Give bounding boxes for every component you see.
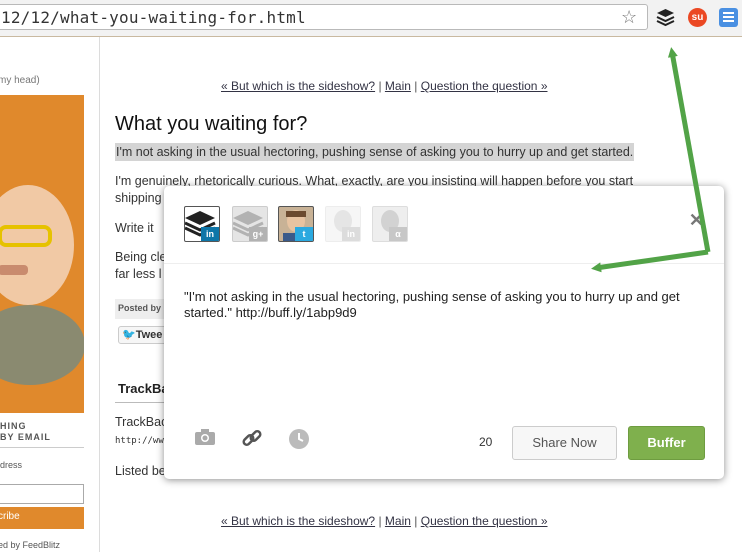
appnet-icon: α xyxy=(389,227,407,241)
linkedin-icon: in xyxy=(201,227,219,241)
twitter-icon: t xyxy=(295,227,313,241)
address-bar-text[interactable]: 12/12/what-you-waiting-for.html xyxy=(1,8,306,27)
profile-linkedin-2[interactable]: in xyxy=(325,206,361,242)
main-link[interactable]: Main xyxy=(385,79,411,93)
email-address-label: dress xyxy=(0,460,23,470)
buffer-share-popup: in g+ t in α ✕ "I'm not asking in the us… xyxy=(164,186,724,479)
sidebar-tagline: my head) xyxy=(0,75,40,86)
clock-icon[interactable] xyxy=(288,428,310,455)
profile-appnet[interactable]: α xyxy=(372,206,408,242)
nav-separator: | xyxy=(378,514,382,528)
notes-icon[interactable] xyxy=(719,8,738,27)
profile-linkedin-selected[interactable]: in xyxy=(184,206,220,242)
popup-divider xyxy=(164,263,724,264)
next-post-link[interactable]: Question the question » xyxy=(421,79,548,93)
trackbacks-heading: TrackBa xyxy=(118,381,169,396)
prev-post-link[interactable]: « But which is the sideshow? xyxy=(221,79,375,93)
buffer-button[interactable]: Buffer xyxy=(628,426,705,460)
post-nav-top: « But which is the sideshow? | Main | Qu… xyxy=(221,79,548,93)
trackback-text: TrackBac xyxy=(115,415,168,429)
author-photo xyxy=(0,95,84,413)
post-title: What you waiting for? xyxy=(115,113,308,135)
sidebar: my head) HING BY EMAIL dress cribe ed by… xyxy=(0,37,100,552)
googleplus-icon: g+ xyxy=(249,227,267,241)
buffer-icon[interactable] xyxy=(656,8,675,27)
subscribe-button[interactable]: cribe xyxy=(0,507,84,529)
link-icon[interactable] xyxy=(241,428,263,455)
twitter-bird-icon: 🐦 xyxy=(122,329,136,341)
post-nav-bottom: « But which is the sideshow? | Main | Qu… xyxy=(221,514,548,528)
profile-googleplus[interactable]: g+ xyxy=(232,206,268,242)
trackback-url[interactable]: http://www xyxy=(115,436,169,446)
nav-separator: | xyxy=(378,79,382,93)
prev-post-link[interactable]: « But which is the sideshow? xyxy=(221,514,375,528)
post-paragraph: Write it xyxy=(115,221,154,235)
camera-icon[interactable] xyxy=(194,428,216,451)
stumbleupon-icon[interactable]: su xyxy=(688,8,707,27)
next-post-link[interactable]: Question the question » xyxy=(421,514,548,528)
nav-separator: | xyxy=(414,79,418,93)
tweet-label: Twee xyxy=(135,329,163,341)
subscribe-heading: HING BY EMAIL xyxy=(0,421,51,442)
email-field[interactable] xyxy=(0,484,84,504)
message-textarea[interactable]: "I'm not asking in the usual hectoring, … xyxy=(184,289,684,321)
address-bar[interactable]: 12/12/what-you-waiting-for.html ☆ xyxy=(0,4,648,30)
linkedin-icon: in xyxy=(342,227,360,241)
bookmark-star-icon[interactable]: ☆ xyxy=(621,7,637,28)
share-now-button[interactable]: Share Now xyxy=(512,426,617,460)
post-paragraph: far less l xyxy=(115,267,162,281)
close-icon[interactable]: ✕ xyxy=(689,210,704,231)
post-paragraph: shipping xyxy=(115,191,162,205)
main-link[interactable]: Main xyxy=(385,514,411,528)
post-paragraph: Being cle xyxy=(115,250,167,264)
listed-text: Listed be xyxy=(115,464,166,478)
nav-separator: | xyxy=(414,514,418,528)
character-count: 20 xyxy=(479,435,493,449)
browser-toolbar: 12/12/what-you-waiting-for.html ☆ su xyxy=(0,0,742,37)
selected-text: I'm not asking in the usual hectoring, p… xyxy=(115,143,635,161)
profile-twitter-selected[interactable]: t xyxy=(278,206,314,242)
powered-by-text: ed by FeedBlitz xyxy=(0,540,61,550)
sidebar-divider xyxy=(0,447,84,448)
